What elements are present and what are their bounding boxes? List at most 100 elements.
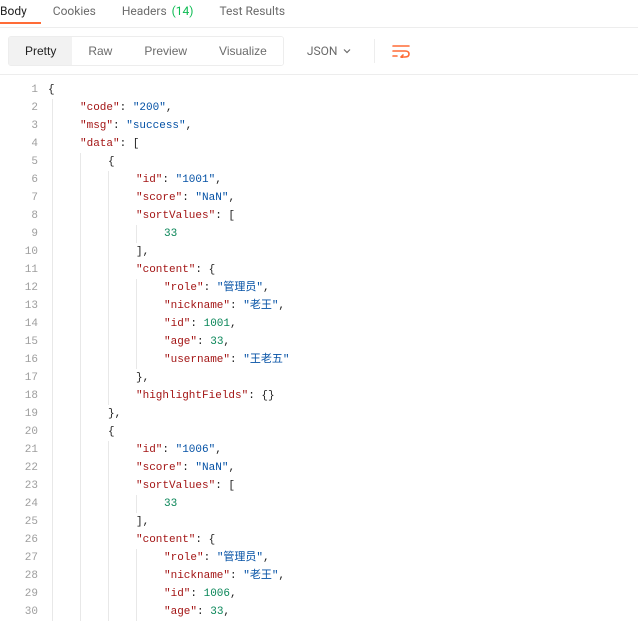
json-string: "管理员": [217, 279, 263, 297]
indent-guide: [108, 603, 109, 621]
json-key: "role": [164, 549, 204, 567]
json-punct: : {: [195, 261, 215, 279]
json-punct: :: [197, 603, 210, 621]
json-punct: :: [182, 459, 195, 477]
response-body-editor[interactable]: 1234567891011121314151617181920212223242…: [0, 75, 638, 627]
json-key: "age": [164, 333, 197, 351]
indent-guide: [136, 567, 137, 585]
indent-guide: [80, 171, 81, 189]
indent-guide: [52, 99, 53, 117]
json-key: "id": [136, 441, 162, 459]
indent-guide: [136, 333, 137, 351]
indent-guide: [80, 477, 81, 495]
indent-guide: [52, 387, 53, 405]
code-line: "age": 33,: [48, 333, 638, 351]
indent-guide: [80, 603, 81, 621]
indent-guide: [52, 279, 53, 297]
indent-guide: [80, 513, 81, 531]
code-line: "id": 1006,: [48, 585, 638, 603]
tab-headers[interactable]: Headers (14): [122, 0, 208, 24]
line-number: 12: [0, 279, 38, 297]
line-number: 16: [0, 351, 38, 369]
json-key: "content": [136, 531, 195, 549]
indent-guide: [52, 477, 53, 495]
indent-guide: [80, 387, 81, 405]
code-line: "score": "NaN",: [48, 189, 638, 207]
indent-guide: [80, 585, 81, 603]
line-number-gutter: 1234567891011121314151617181920212223242…: [0, 75, 48, 627]
code-line: "id": "1001",: [48, 171, 638, 189]
line-number: 9: [0, 225, 38, 243]
json-punct: :: [162, 441, 175, 459]
code-content[interactable]: {"code": "200","msg": "success","data": …: [48, 75, 638, 627]
json-key: "code": [80, 99, 120, 117]
indent-guide: [108, 495, 109, 513]
json-string: "1006": [176, 441, 216, 459]
indent-guide: [108, 477, 109, 495]
indent-guide: [108, 369, 109, 387]
line-number: 8: [0, 207, 38, 225]
json-punct: },: [136, 369, 149, 387]
json-punct: ],: [136, 243, 149, 261]
indent-guide: [80, 243, 81, 261]
code-line: {: [48, 153, 638, 171]
json-string: "老王": [243, 297, 278, 315]
indent-guide: [80, 297, 81, 315]
view-visualize-button[interactable]: Visualize: [203, 37, 283, 65]
wrap-lines-icon: [392, 44, 410, 58]
json-punct: :: [113, 117, 126, 135]
view-pretty-button[interactable]: Pretty: [9, 37, 72, 65]
line-number: 5: [0, 153, 38, 171]
chevron-down-icon: [343, 47, 351, 55]
indent-guide: [52, 135, 53, 153]
line-number: 27: [0, 549, 38, 567]
code-line: "highlightFields": {}: [48, 387, 638, 405]
json-punct: :: [190, 315, 203, 333]
indent-guide: [52, 567, 53, 585]
json-punct: :: [182, 189, 195, 207]
indent-guide: [108, 297, 109, 315]
json-punct: :: [162, 171, 175, 189]
indent-guide: [52, 405, 53, 423]
indent-guide: [108, 549, 109, 567]
line-number: 20: [0, 423, 38, 441]
indent-guide: [52, 261, 53, 279]
json-string: "老王": [243, 567, 278, 585]
indent-guide: [108, 261, 109, 279]
tab-test-results[interactable]: Test Results: [219, 0, 299, 24]
json-number: 1001: [204, 315, 230, 333]
json-punct: :: [197, 333, 210, 351]
indent-guide: [136, 585, 137, 603]
tab-body[interactable]: Body: [0, 0, 41, 24]
indent-guide: [80, 279, 81, 297]
view-raw-button[interactable]: Raw: [72, 37, 128, 65]
json-number: 33: [164, 225, 177, 243]
json-string: "王老五": [243, 351, 289, 369]
json-punct: :: [230, 567, 243, 585]
line-number: 15: [0, 333, 38, 351]
json-punct: : [: [120, 135, 140, 153]
json-punct: ,: [215, 441, 222, 459]
indent-guide: [108, 315, 109, 333]
json-key: "username": [164, 351, 230, 369]
json-key: "id": [136, 171, 162, 189]
indent-guide: [80, 315, 81, 333]
view-preview-button[interactable]: Preview: [128, 37, 203, 65]
line-number: 19: [0, 405, 38, 423]
code-line: 33: [48, 225, 638, 243]
format-dropdown[interactable]: JSON: [296, 37, 363, 65]
indent-guide: [136, 351, 137, 369]
indent-guide: [52, 495, 53, 513]
tab-cookies[interactable]: Cookies: [53, 0, 110, 24]
json-punct: ,: [278, 297, 285, 315]
line-number: 14: [0, 315, 38, 333]
indent-guide: [52, 297, 53, 315]
indent-guide: [80, 225, 81, 243]
json-punct: :: [230, 351, 243, 369]
json-key: "nickname": [164, 297, 230, 315]
json-punct: : {}: [248, 387, 274, 405]
toolbar-divider: [374, 39, 375, 63]
wrap-lines-button[interactable]: [387, 37, 415, 65]
json-key: "msg": [80, 117, 113, 135]
json-punct: ,: [228, 189, 235, 207]
